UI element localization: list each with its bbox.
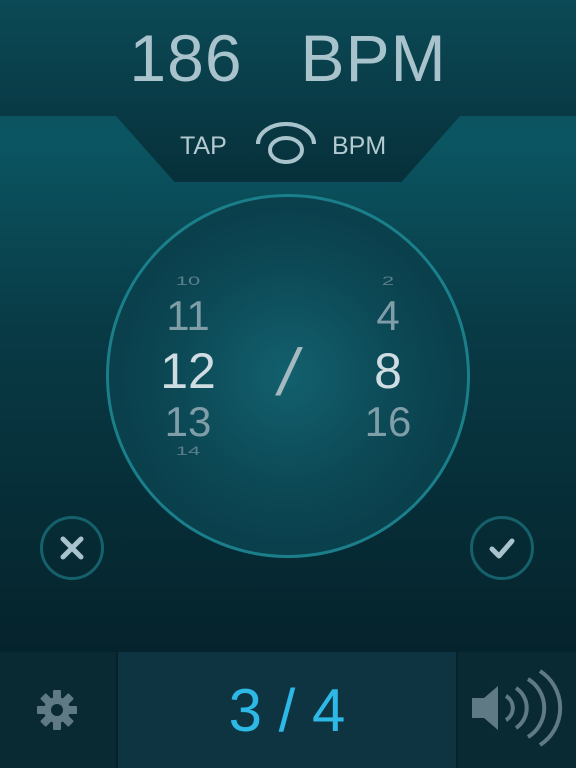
cancel-button[interactable] bbox=[40, 516, 104, 580]
time-signature-button[interactable]: 3 / 4 bbox=[116, 652, 458, 768]
check-icon bbox=[489, 538, 515, 559]
denominator-selected[interactable]: 8 bbox=[348, 342, 428, 400]
tap-icon[interactable] bbox=[252, 120, 320, 168]
tap-bpm-label: BPM bbox=[332, 132, 387, 160]
gear-icon bbox=[37, 690, 77, 730]
numerator-selected[interactable]: 12 bbox=[148, 342, 228, 400]
time-signature-value: 3 / 4 bbox=[228, 677, 346, 744]
bpm-display: 186 BPM bbox=[0, 20, 576, 96]
numerator-option-13[interactable]: 13 bbox=[148, 398, 228, 446]
settings-button[interactable] bbox=[0, 652, 116, 768]
close-icon bbox=[60, 536, 84, 560]
picker-separator: / bbox=[278, 335, 298, 409]
bpm-unit: BPM bbox=[300, 21, 447, 95]
denominator-option-16[interactable]: 16 bbox=[348, 398, 428, 446]
numerator-option-11[interactable]: 11 bbox=[148, 292, 228, 340]
sound-toggle-button[interactable] bbox=[458, 652, 576, 768]
denominator-option-4[interactable]: 4 bbox=[348, 292, 428, 340]
numerator-option-14[interactable]: 14 bbox=[148, 444, 228, 458]
speaker-icon bbox=[472, 669, 563, 747]
bpm-value: 186 bbox=[129, 21, 243, 95]
denominator-option-2[interactable]: 2 bbox=[348, 274, 428, 288]
tap-label: TAP bbox=[180, 132, 227, 160]
numerator-option-10[interactable]: 10 bbox=[148, 274, 228, 288]
confirm-button[interactable] bbox=[470, 516, 534, 580]
